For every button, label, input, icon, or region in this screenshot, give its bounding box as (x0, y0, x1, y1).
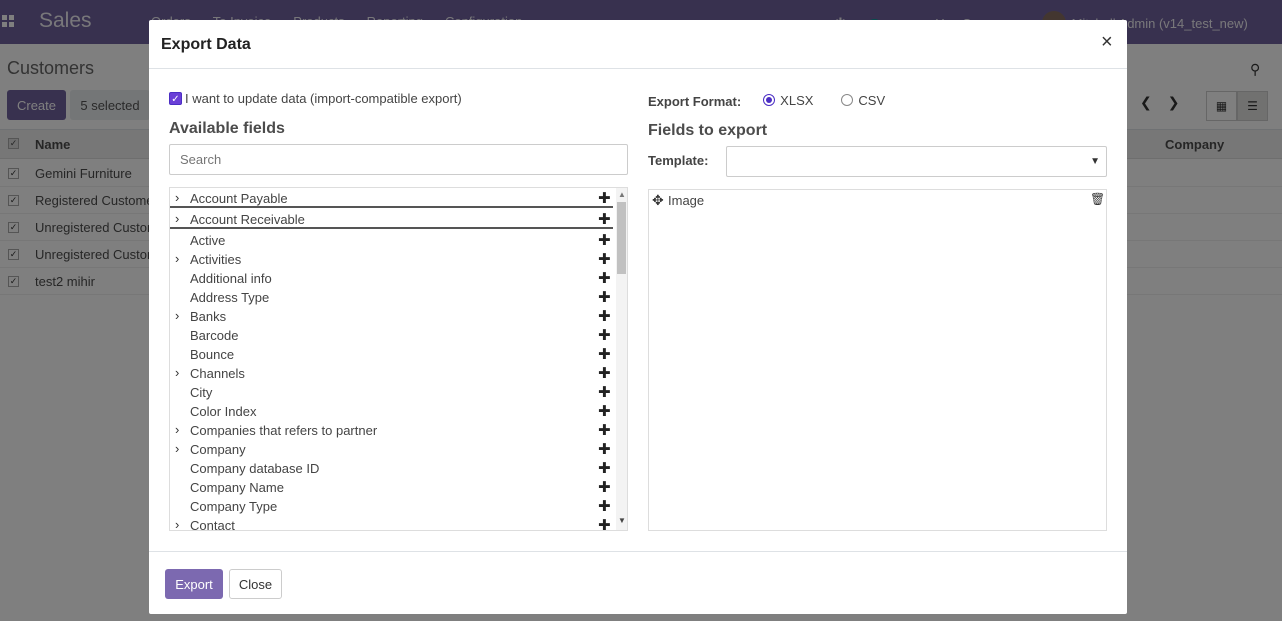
field-label: Bounce (190, 347, 235, 362)
field-item-company-type[interactable]: Company Type ✚ (170, 497, 613, 516)
field-item-barcode[interactable]: Barcode ✚ (170, 326, 613, 345)
field-item-account-receivable[interactable]: › Account Receivable ✚ (170, 210, 613, 229)
modal-footer: Export Close (149, 551, 1127, 614)
modal-header: Export Data × (149, 20, 1127, 69)
field-item-company-database-id[interactable]: Company database ID ✚ (170, 459, 613, 478)
field-label: Company Name (190, 480, 284, 495)
add-field-icon[interactable]: ✚ (598, 231, 611, 249)
field-label: Color Index (190, 404, 257, 419)
add-field-icon[interactable]: ✚ (598, 250, 611, 268)
export-field-label: Image (668, 193, 705, 208)
template-select[interactable]: ▼ (726, 146, 1107, 177)
export-format-label: Export Format: (648, 94, 742, 109)
chevron-right-icon[interactable]: › (175, 190, 179, 205)
add-field-icon[interactable]: ✚ (598, 345, 611, 363)
field-label: Company (190, 442, 246, 457)
chevron-right-icon[interactable]: › (175, 365, 179, 380)
field-item-color-index[interactable]: Color Index ✚ (170, 402, 613, 421)
add-field-icon[interactable]: ✚ (598, 210, 611, 228)
field-label: Companies that refers to partner (190, 423, 378, 438)
csv-radio[interactable] (841, 94, 854, 106)
field-item-banks[interactable]: › Banks ✚ (170, 307, 613, 326)
format-option-csv[interactable]: CSV (841, 93, 885, 108)
field-item-activities[interactable]: › Activities ✚ (170, 250, 613, 269)
scroll-up-icon[interactable]: ▲ (618, 190, 626, 199)
add-field-icon[interactable]: ✚ (598, 440, 611, 458)
field-label: Additional info (190, 271, 272, 286)
available-fields-title: Available fields (169, 120, 285, 137)
xlsx-radio[interactable] (763, 94, 776, 106)
modal-title: Export Data (161, 36, 251, 53)
field-item-company[interactable]: › Company ✚ (170, 440, 613, 459)
fields-to-export-list: ✥ Image 🗑 (648, 189, 1107, 531)
fields-to-export-title: Fields to export (648, 122, 768, 139)
import-compatible-checkbox[interactable]: ✓ (169, 92, 182, 105)
add-field-icon[interactable]: ✚ (598, 459, 611, 477)
close-icon[interactable]: × (1101, 31, 1113, 54)
field-search-input[interactable] (169, 144, 628, 175)
chevron-right-icon[interactable]: › (175, 211, 179, 226)
chevron-down-icon: ▼ (1090, 156, 1100, 167)
xlsx-label: XLSX (780, 92, 814, 108)
field-item-channels[interactable]: › Channels ✚ (170, 364, 613, 383)
available-fields-list: › Account Payable ✚ › Account Receivable… (169, 187, 628, 531)
field-label: Account Payable (190, 191, 288, 206)
export-format-row: Export Format: XLSX CSV (648, 91, 913, 110)
close-button[interactable]: Close (229, 569, 282, 599)
fields-scrollbar[interactable]: ▲ ▼ (616, 188, 627, 530)
export-button[interactable]: Export (165, 569, 223, 599)
trash-icon[interactable]: 🗑 (1090, 192, 1105, 206)
add-field-icon[interactable]: ✚ (598, 402, 611, 420)
field-item-contact[interactable]: › Contact ✚ (170, 516, 613, 531)
add-field-icon[interactable]: ✚ (598, 364, 611, 382)
chevron-right-icon[interactable]: › (175, 422, 179, 437)
format-option-xlsx[interactable]: XLSX (763, 93, 813, 108)
field-label: Company database ID (190, 461, 320, 476)
field-label: Company Type (190, 499, 278, 514)
chevron-right-icon[interactable]: › (175, 441, 179, 456)
chevron-right-icon[interactable]: › (175, 308, 179, 323)
add-field-icon[interactable]: ✚ (598, 478, 611, 496)
add-field-icon[interactable]: ✚ (598, 497, 611, 515)
field-label: Account Receivable (190, 212, 305, 227)
field-label: Address Type (190, 290, 270, 305)
field-item-address-type[interactable]: Address Type ✚ (170, 288, 613, 307)
export-field-item[interactable]: ✥ Image 🗑 (649, 190, 1106, 210)
field-item-active[interactable]: Active ✚ (170, 231, 613, 250)
scrollbar-thumb[interactable] (617, 202, 626, 274)
scroll-down-icon[interactable]: ▼ (618, 516, 626, 525)
field-label: Barcode (190, 328, 239, 343)
field-label: Activities (190, 252, 242, 267)
field-item-company-name[interactable]: Company Name ✚ (170, 478, 613, 497)
field-label: Banks (190, 309, 227, 324)
field-item-companies-that-refers[interactable]: › Companies that refers to partner ✚ (170, 421, 613, 440)
chevron-right-icon[interactable]: › (175, 251, 179, 266)
import-compatible-label: I want to update data (import-compatible… (185, 91, 462, 106)
export-dialog: Export Data × ✓ I want to update data (i… (149, 20, 1127, 614)
drag-handle-icon[interactable]: ✥ (652, 192, 664, 209)
template-label: Template: (648, 153, 709, 168)
import-compatible-checkbox-row[interactable]: ✓ I want to update data (import-compatib… (169, 91, 462, 106)
field-item-additional-info[interactable]: Additional info ✚ (170, 269, 613, 288)
field-label: Channels (190, 366, 245, 381)
add-field-icon[interactable]: ✚ (598, 269, 611, 287)
csv-label: CSV (858, 92, 886, 108)
field-item-city[interactable]: City ✚ (170, 383, 613, 402)
add-field-icon[interactable]: ✚ (598, 288, 611, 306)
field-label: Active (190, 233, 226, 248)
add-field-icon[interactable]: ✚ (598, 516, 611, 530)
add-field-icon[interactable]: ✚ (598, 326, 611, 344)
add-field-icon[interactable]: ✚ (598, 189, 611, 207)
field-label: City (190, 385, 213, 400)
field-item-account-payable[interactable]: › Account Payable ✚ (170, 189, 613, 208)
add-field-icon[interactable]: ✚ (598, 421, 611, 439)
field-item-bounce[interactable]: Bounce ✚ (170, 345, 613, 364)
field-label: Contact (190, 518, 235, 531)
add-field-icon[interactable]: ✚ (598, 307, 611, 325)
chevron-right-icon[interactable]: › (175, 517, 179, 530)
add-field-icon[interactable]: ✚ (598, 383, 611, 401)
